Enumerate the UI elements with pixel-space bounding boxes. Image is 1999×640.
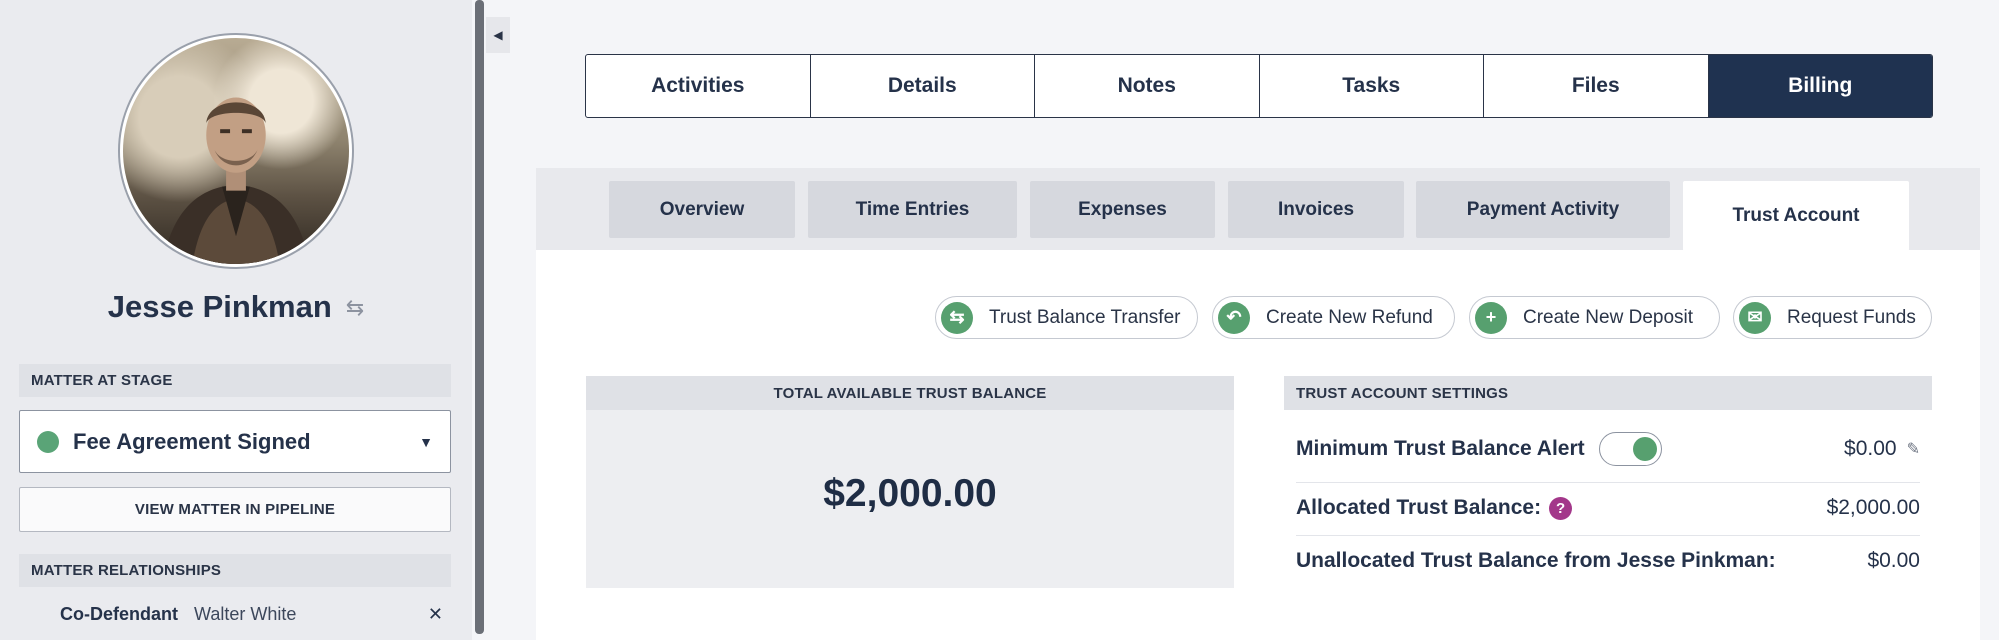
person-photo-illustration — [162, 97, 310, 264]
person-name-text: Jesse Pinkman — [107, 289, 332, 324]
stage-status-dot — [37, 430, 59, 453]
person-name: Jesse Pinkman ⇆ — [0, 289, 472, 325]
settings-divider — [1296, 482, 1920, 483]
trust-settings: TRUST ACCOUNT SETTINGS — [1284, 376, 1932, 410]
min-alert-row: Minimum Trust Balance Alert $0.00 ✎ — [1296, 432, 1920, 466]
toggle-knob — [1632, 437, 1657, 461]
trust-balance-transfer-label: Trust Balance Transfer — [989, 306, 1181, 328]
subtab-payment-activity[interactable]: Payment Activity — [1416, 181, 1670, 238]
avatar — [118, 33, 354, 269]
create-deposit-button[interactable]: + Create New Deposit — [1469, 296, 1720, 339]
transfer-icon: ⇆ — [941, 301, 973, 334]
unallocated-row: Unallocated Trust Balance from Jesse Pin… — [1296, 549, 1920, 573]
create-deposit-label: Create New Deposit — [1523, 306, 1694, 328]
min-alert-toggle[interactable] — [1598, 432, 1662, 466]
tab-files[interactable]: Files — [1484, 55, 1709, 117]
stage-select[interactable]: Fee Agreement Signed ▼ — [19, 410, 451, 473]
relationship-row: Co-Defendant Walter White ✕ — [19, 604, 451, 625]
close-icon[interactable]: ✕ — [428, 604, 443, 625]
envelope-icon: ✉ — [1739, 301, 1771, 334]
allocated-row: Allocated Trust Balance: ? $2,000.00 — [1296, 496, 1920, 520]
tab-notes[interactable]: Notes — [1035, 55, 1260, 117]
request-funds-label: Request Funds — [1787, 306, 1916, 328]
swap-icon[interactable]: ⇆ — [346, 295, 364, 321]
trust-balance-transfer-button[interactable]: ⇆ Trust Balance Transfer — [935, 296, 1198, 339]
allocated-label: Allocated Trust Balance: — [1296, 496, 1542, 519]
tab-activities[interactable]: Activities — [586, 55, 811, 117]
matter-tabs: Activities Details Notes Tasks Files Bil… — [585, 54, 1933, 118]
tab-tasks[interactable]: Tasks — [1260, 55, 1484, 117]
relationships-header: MATTER RELATIONSHIPS — [19, 554, 451, 587]
create-refund-label: Create New Refund — [1266, 306, 1433, 328]
unallocated-label: Unallocated Trust Balance from Jesse Pin… — [1296, 549, 1776, 572]
relationship-role: Co-Defendant — [60, 604, 178, 624]
plus-icon: + — [1475, 301, 1507, 334]
relationship-name[interactable]: Walter White — [194, 604, 296, 625]
subtab-trust-account[interactable]: Trust Account — [1683, 181, 1909, 251]
min-alert-label: Minimum Trust Balance Alert — [1296, 437, 1585, 460]
trust-settings-header: TRUST ACCOUNT SETTINGS — [1284, 376, 1932, 410]
view-pipeline-button[interactable]: VIEW MATTER IN PIPELINE — [19, 487, 451, 532]
create-refund-button[interactable]: ↶ Create New Refund — [1212, 296, 1455, 339]
chevron-down-icon: ▼ — [419, 433, 433, 450]
trust-balance-header: TOTAL AVAILABLE TRUST BALANCE — [586, 376, 1234, 410]
tab-details[interactable]: Details — [811, 55, 1035, 117]
min-alert-value: $0.00 — [1844, 437, 1897, 460]
pencil-icon[interactable]: ✎ — [1907, 439, 1920, 459]
subtab-expenses[interactable]: Expenses — [1030, 181, 1215, 238]
subtab-invoices[interactable]: Invoices — [1228, 181, 1404, 238]
settings-divider — [1296, 535, 1920, 536]
stage-value: Fee Agreement Signed — [73, 428, 311, 454]
avatar-photo — [123, 38, 349, 264]
help-icon[interactable]: ? — [1549, 496, 1573, 520]
stage-header: MATTER AT STAGE — [19, 364, 451, 397]
allocated-value: $2,000.00 — [1826, 496, 1920, 519]
collapse-sidebar-button[interactable]: ◀ — [486, 17, 510, 53]
trust-balance-amount: $2,000.00 — [823, 472, 997, 515]
sidebar-scrollbar[interactable] — [475, 0, 484, 634]
trust-balance-box: TOTAL AVAILABLE TRUST BALANCE $2,000.00 — [586, 376, 1234, 588]
undo-icon: ↶ — [1218, 301, 1250, 334]
subtab-overview[interactable]: Overview — [609, 181, 795, 238]
subtab-time-entries[interactable]: Time Entries — [808, 181, 1017, 238]
chevron-left-icon: ◀ — [493, 28, 503, 42]
unallocated-value: $0.00 — [1867, 549, 1920, 572]
request-funds-button[interactable]: ✉ Request Funds — [1733, 296, 1932, 339]
tab-billing[interactable]: Billing — [1708, 55, 1932, 117]
